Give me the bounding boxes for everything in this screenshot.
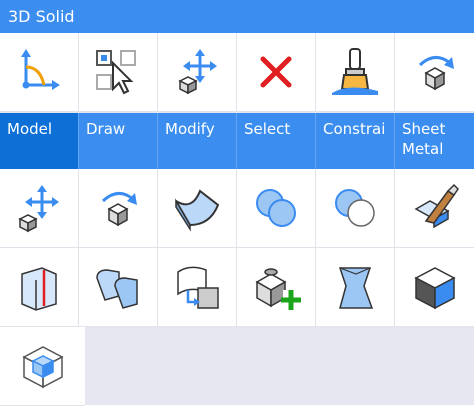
tab-draw[interactable]: Draw <box>79 113 158 169</box>
empty-area <box>85 327 474 405</box>
tool-row-1 <box>0 169 474 248</box>
wireframe-box-icon <box>21 346 64 389</box>
surface-tool-button[interactable] <box>158 169 237 248</box>
select-tool-button[interactable] <box>79 33 158 112</box>
surface-icon <box>175 189 220 232</box>
twist-solid-icon <box>338 267 374 309</box>
move-3d-tool-button[interactable] <box>158 33 237 112</box>
section-tool-button[interactable] <box>0 248 79 327</box>
move-icon <box>18 185 59 233</box>
paint-brush-icon <box>332 48 378 95</box>
panel-title: 3D Solid <box>0 0 474 33</box>
select-cursor-icon <box>96 50 136 95</box>
union-icon <box>256 189 296 227</box>
match-properties-tool-button[interactable] <box>316 33 395 112</box>
subtract-tool-button[interactable] <box>316 169 395 248</box>
delete-tool-button[interactable] <box>237 33 316 112</box>
delete-icon <box>260 56 292 88</box>
3d-solid-panel: 3D Solid Model Draw Modify Select Constr… <box>0 0 474 406</box>
wireframe-tool-button[interactable] <box>0 327 85 406</box>
move-tool-button[interactable] <box>0 169 79 248</box>
tab-select[interactable]: Select <box>237 113 316 169</box>
extrude-face-tool-button[interactable] <box>158 248 237 327</box>
section-solid-icon <box>21 267 57 311</box>
copy-tool-button[interactable] <box>79 248 158 327</box>
extrude-face-icon <box>177 266 219 309</box>
rotate-3d-icon <box>418 56 454 91</box>
tab-constraints[interactable]: Constrai <box>316 113 395 169</box>
rotate-icon <box>101 192 137 227</box>
union-tool-button[interactable] <box>237 169 316 248</box>
category-tabs: Model Draw Modify Select Constrai Sheet … <box>0 113 474 169</box>
slice-tool-button[interactable] <box>395 169 474 248</box>
subtract-icon <box>335 189 375 227</box>
tool-row-2 <box>0 248 474 327</box>
add-primitive-tool-button[interactable] <box>237 248 316 327</box>
move-3d-icon <box>178 49 217 95</box>
twist-tool-button[interactable] <box>316 248 395 327</box>
ucs-tool-button[interactable] <box>0 33 79 112</box>
box-tool-button[interactable] <box>395 248 474 327</box>
add-primitive-icon <box>255 268 301 310</box>
slice-icon <box>413 183 459 229</box>
ucs-icon <box>21 49 60 90</box>
top-tool-row <box>0 33 474 112</box>
rotate-tool-button[interactable] <box>79 169 158 248</box>
copy-solid-icon <box>96 269 138 309</box>
box-solid-icon <box>413 267 456 310</box>
tab-model[interactable]: Model <box>0 113 79 169</box>
rotate-3d-tool-button[interactable] <box>395 33 474 112</box>
tab-modify[interactable]: Modify <box>158 113 237 169</box>
tab-sheet-metal[interactable]: Sheet Metal <box>395 113 474 169</box>
